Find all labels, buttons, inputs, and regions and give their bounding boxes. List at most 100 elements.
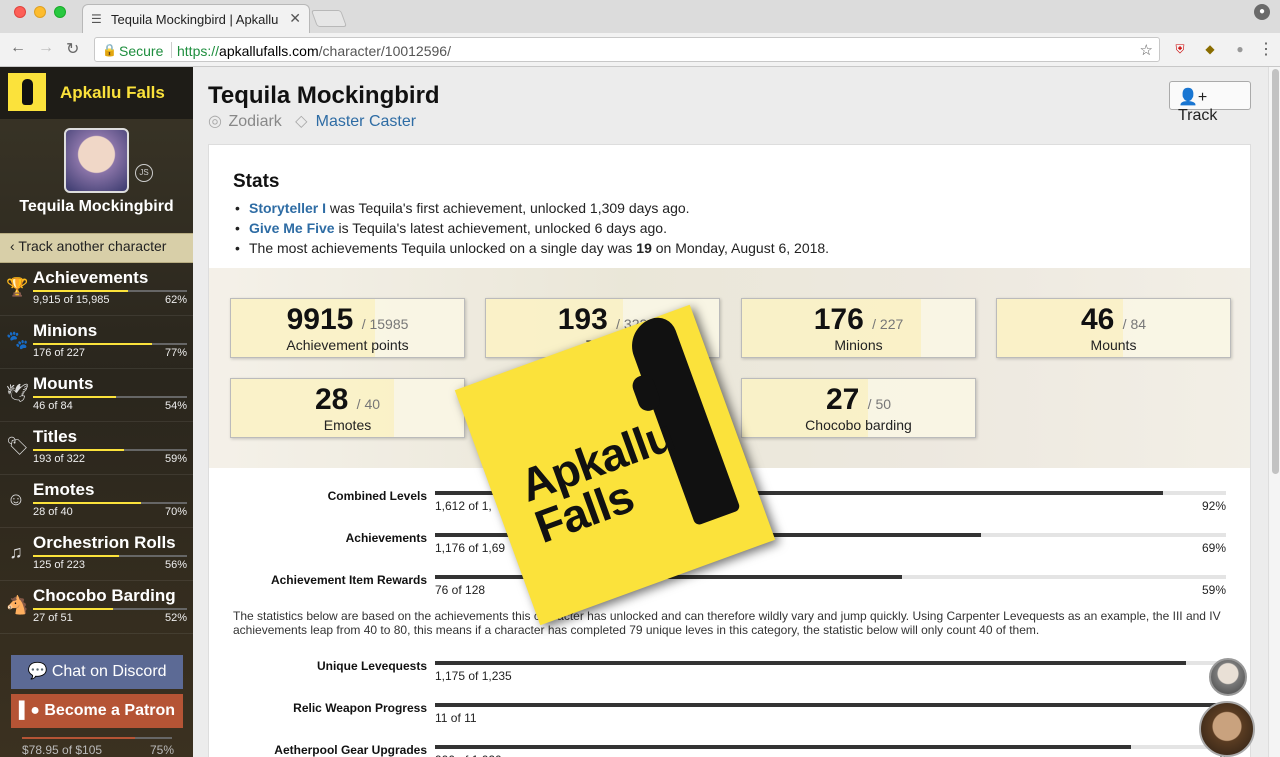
sidebar-item-pct: 56% xyxy=(164,559,187,571)
stat-card-total: / 40 xyxy=(356,396,381,412)
window-minimize-button[interactable] xyxy=(34,6,46,18)
saddle-icon: 🐴 xyxy=(6,595,29,615)
profile-icon[interactable]: ● xyxy=(1254,4,1270,20)
most-day-prefix: The most achievements Tequila unlocked o… xyxy=(249,240,637,256)
progress-pct: 69% xyxy=(1201,541,1226,555)
reload-icon[interactable]: ↻ xyxy=(66,39,79,59)
progress-label: Aetherpool Gear Upgrades xyxy=(274,743,427,757)
progress-row: Relic Weapon Progress11 of 111 xyxy=(209,695,1250,737)
bookmark-star-icon[interactable]: ☆ xyxy=(1140,41,1153,59)
track-link-label: Track another character xyxy=(18,238,167,254)
url-text[interactable]: https://apkallufalls.com/character/10012… xyxy=(177,43,451,59)
url-host: apkallufalls.com xyxy=(219,43,319,59)
circle-extension-icon[interactable]: ● xyxy=(1232,41,1248,57)
stat-card-value: 27 / 50 xyxy=(742,383,975,417)
progress-bar-fill xyxy=(435,703,1226,707)
progress-label: Achievement Item Rewards xyxy=(270,573,427,587)
sidebar-item-titles[interactable]: 🏷 Titles 193 of 322 59% xyxy=(0,422,193,475)
list-item: Storyteller I was Tequila's first achiev… xyxy=(249,200,829,220)
stat-card: 176 / 227 Minions xyxy=(741,298,976,358)
discord-button[interactable]: 💬 Chat on Discord xyxy=(11,655,183,689)
stat-card-label: Achievement points xyxy=(286,337,409,353)
tab-bar: ☰ Tequila Mockingbird | Apkallu ✕ ● xyxy=(0,0,1280,33)
server-name: Zodiark xyxy=(228,113,282,130)
secure-label: Secure xyxy=(119,43,164,59)
globe-icon: ◎ xyxy=(208,113,222,130)
sidebar-item-achievements[interactable]: 🏆 Achievements 9,915 of 15,985 62% xyxy=(0,263,193,316)
sidebar-progress-fill xyxy=(33,608,114,610)
sidebar-progress-bar xyxy=(33,343,187,345)
back-arrow-icon[interactable]: ← xyxy=(10,39,26,57)
progress-count: 1,175 of 1,235 xyxy=(435,669,512,683)
new-tab-button[interactable] xyxy=(310,10,348,27)
character-title-link[interactable]: Master Caster xyxy=(316,113,416,130)
scrollbar[interactable] xyxy=(1268,67,1280,757)
tab-close-button[interactable]: ✕ xyxy=(289,10,301,27)
window-close-button[interactable] xyxy=(14,6,26,18)
progress-row: Unique Levequests1,175 of 1,2359 xyxy=(209,653,1250,695)
forward-arrow-icon[interactable]: → xyxy=(38,39,54,57)
sidebar-item-pct: 62% xyxy=(164,294,187,306)
stat-card-number: 9915 xyxy=(286,303,354,336)
character-subtitle: ◎ Zodiark ◇ Master Caster xyxy=(208,111,416,131)
smiley-icon: ☺ xyxy=(6,489,26,509)
url-scheme: https:// xyxy=(177,43,220,59)
stats-heading: Stats xyxy=(233,171,280,192)
sidebar-item-orchestrion-rolls[interactable]: ♫ Orchestrion Rolls 125 of 223 56% xyxy=(0,528,193,581)
scroll-thumb[interactable] xyxy=(1272,69,1279,474)
list-item: The most achievements Tequila unlocked o… xyxy=(249,240,829,260)
window-maximize-button[interactable] xyxy=(54,6,66,18)
progress-pct: 92% xyxy=(1201,499,1226,513)
extension-icon[interactable]: ◆ xyxy=(1202,41,1218,57)
progress-row: Achievement Item Rewards 76 of 128 59% xyxy=(209,567,1250,609)
sidebar-item-minions[interactable]: 🐾 Minions 176 of 227 77% xyxy=(0,316,193,369)
sidebar-item-pct: 52% xyxy=(164,612,187,624)
browser-tab[interactable]: ☰ Tequila Mockingbird | Apkallu ✕ xyxy=(82,4,310,33)
most-day-suffix: on Monday, August 6, 2018. xyxy=(651,240,830,256)
stat-card-label: Mounts xyxy=(1090,337,1137,353)
track-button[interactable]: 👤+ Track xyxy=(1169,81,1251,124)
sidebar-item-label: Mounts xyxy=(33,374,94,393)
brand-header[interactable]: Apkallu Falls xyxy=(0,67,193,119)
list-icon: ☰ xyxy=(91,12,102,26)
first-achievement-link[interactable]: Storyteller I xyxy=(249,200,326,216)
stat-card-label: Chocobo barding xyxy=(805,417,912,433)
sidebar-item-pct: 70% xyxy=(164,506,187,518)
floating-avatar[interactable] xyxy=(1209,658,1247,696)
sidebar-item-mounts[interactable]: 🕊 Mounts 46 of 84 54% xyxy=(0,369,193,422)
sidebar-progress-fill xyxy=(33,290,129,292)
patron-button[interactable]: ▌● Become a Patron xyxy=(11,694,183,728)
stat-card: 46 / 84 Mounts xyxy=(996,298,1231,358)
overlay-logo-text: Apkallu Falls xyxy=(513,408,694,553)
sidebar-item-count: 28 of 40 xyxy=(33,506,73,518)
stat-card: 28 / 40 Emotes xyxy=(230,378,465,438)
stat-card-total: / 227 xyxy=(872,316,904,332)
sidebar-item-count: 46 of 84 xyxy=(33,400,73,412)
progress-bar xyxy=(435,703,1226,707)
address-bar[interactable]: 🔒 Secure https://apkallufalls.com/charac… xyxy=(94,37,1160,62)
browser-menu-icon[interactable]: ⋮ xyxy=(1258,39,1274,59)
stat-card-label: Emotes xyxy=(323,417,372,433)
stat-card-total: / 84 xyxy=(1122,316,1147,332)
sidebar-item-pct: 54% xyxy=(164,400,187,412)
url-path: /character/10012596/ xyxy=(318,43,451,59)
sidebar-progress-bar xyxy=(33,396,187,398)
funding-amount: $78.95 of $105 xyxy=(22,743,103,757)
progress-count: 900 of 1,020 xyxy=(435,753,502,757)
trophy-icon: 🏆 xyxy=(6,277,29,297)
shield-extension-icon[interactable]: ⛨ xyxy=(1172,41,1188,57)
stat-card-number: 46 xyxy=(1080,303,1115,336)
statistics-note: The statistics below are based on the ac… xyxy=(233,609,1221,637)
stat-card-number: 193 xyxy=(557,303,608,336)
progress-count: 76 of 128 xyxy=(435,583,486,597)
track-another-character-link[interactable]: ‹ Track another character xyxy=(0,233,193,263)
floating-avatar-large[interactable] xyxy=(1199,701,1255,757)
sidebar-item-count: 9,915 of 15,985 xyxy=(33,294,110,306)
sidebar-item-emotes[interactable]: ☺ Emotes 28 of 40 70% xyxy=(0,475,193,528)
latest-achievement-link[interactable]: Give Me Five xyxy=(249,220,335,236)
progress-label: Unique Levequests xyxy=(316,659,427,673)
sidebar-item-chocobo-barding[interactable]: 🐴 Chocobo Barding 27 of 51 52% xyxy=(0,581,193,634)
sidebar-item-count: 193 of 322 xyxy=(33,453,85,465)
progress-count: 1,176 of 1,69 xyxy=(435,541,506,555)
list-item: Give Me Five is Tequila's latest achieve… xyxy=(249,220,829,240)
